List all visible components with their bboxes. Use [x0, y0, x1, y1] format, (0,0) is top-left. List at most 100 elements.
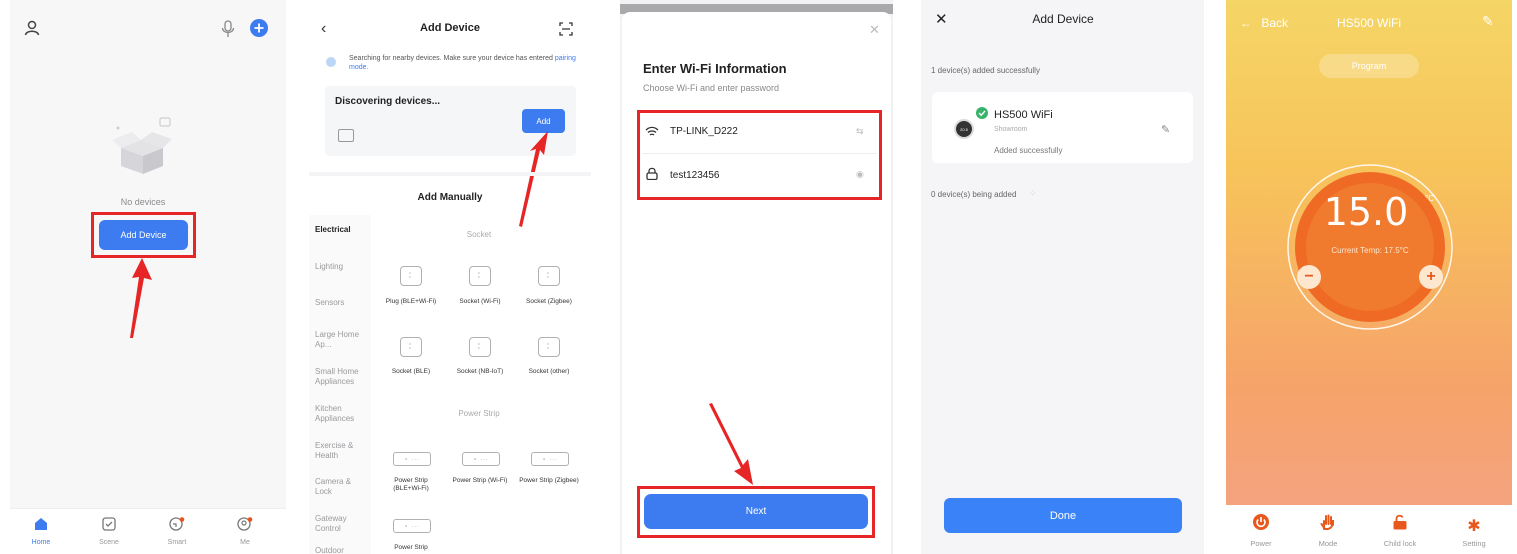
tab-scene[interactable]: Scene	[84, 517, 134, 546]
edit-pencil-icon[interactable]: ✎	[1482, 13, 1494, 30]
socket-icon[interactable]: ⠅	[400, 266, 422, 286]
gear-icon: ✱	[1467, 518, 1481, 535]
profile-icon[interactable]	[24, 20, 40, 36]
category-kitchen[interactable]: Kitchen Appliances	[315, 404, 365, 424]
add-device-button[interactable]: Add Device	[99, 220, 188, 250]
hand-icon	[1320, 514, 1334, 530]
device-label: Socket (other)	[528, 368, 570, 375]
pointer-arrow	[130, 258, 152, 338]
power-strip-icon[interactable]: ∘ ∙∙∙	[462, 452, 500, 466]
device-name: HS500 WiFi	[994, 109, 1053, 121]
power-button[interactable]: Power	[1231, 514, 1291, 548]
device-label: Plug (BLE+Wi-Fi)	[385, 298, 437, 305]
device-room: Showroom	[994, 126, 1028, 133]
check-circle-icon	[976, 107, 988, 119]
scan-icon[interactable]	[559, 22, 573, 36]
category-camera[interactable]: Camera & Lock	[315, 477, 365, 497]
target-temperature: 15.0	[1323, 190, 1409, 234]
tab-smart[interactable]: Smart	[152, 517, 202, 546]
socket-icon[interactable]: ⠅	[469, 266, 491, 286]
mode-button[interactable]: Mode	[1298, 514, 1358, 548]
wifi-icon	[645, 126, 659, 136]
edit-pencil-icon[interactable]: ✎	[1161, 123, 1170, 136]
wifi-password-field[interactable]: test123456	[670, 170, 720, 181]
home-icon	[35, 518, 47, 530]
loading-spinner-icon: ⁘	[1029, 188, 1037, 198]
home-screen: No devices Add Device Home Scene Smart M…	[10, 0, 286, 554]
searching-message: Searching for nearby devices. Make sure …	[349, 55, 553, 62]
device-label: Socket (Wi-Fi)	[459, 298, 501, 305]
unlock-icon	[1393, 514, 1407, 530]
category-small-home[interactable]: Small Home Appliances	[315, 367, 365, 387]
add-discovered-button[interactable]: Add	[522, 109, 565, 133]
power-strip-icon[interactable]: ∘ ∙∙∙	[393, 519, 431, 533]
microphone-icon[interactable]	[221, 20, 235, 38]
category-electrical[interactable]: Electrical	[315, 225, 365, 235]
lock-icon	[646, 167, 658, 180]
tab-home[interactable]: Home	[16, 517, 66, 546]
socket-icon[interactable]: ⠅	[469, 337, 491, 357]
pointer-arrow	[709, 403, 753, 485]
back-chevron-icon[interactable]: ‹	[321, 20, 326, 38]
increase-temp-button[interactable]: +	[1419, 265, 1443, 289]
tab-me-label: Me	[240, 539, 250, 546]
wifi-info-screen: ✕ Enter Wi-Fi Information Choose Wi-Fi a…	[620, 0, 893, 554]
next-button[interactable]: Next	[644, 494, 868, 529]
device-added-screen: ✕ Add Device 1 device(s) added successfu…	[921, 0, 1204, 554]
socket-icon[interactable]: ⠅	[538, 337, 560, 357]
device-thumbnail: 20.5	[954, 119, 974, 139]
field-divider	[642, 153, 877, 154]
category-lighting[interactable]: Lighting	[315, 262, 365, 272]
add-manually-heading: Add Manually	[417, 192, 483, 203]
me-icon	[237, 517, 253, 531]
device-label: Socket (BLE)	[391, 368, 431, 375]
category-exercise[interactable]: Exercise & Health	[315, 441, 365, 461]
child-lock-label: Child lock	[1383, 539, 1417, 548]
close-icon[interactable]: ✕	[935, 10, 948, 28]
socket-icon[interactable]: ⠅	[400, 337, 422, 357]
program-button[interactable]: Program	[1319, 54, 1419, 78]
screenshot-stage: No devices Add Device Home Scene Smart M…	[0, 0, 1517, 554]
searching-text: Searching for nearby devices. Make sure …	[349, 54, 579, 72]
empty-box-illustration	[112, 117, 172, 174]
decrease-temp-button[interactable]: −	[1297, 265, 1321, 289]
wifi-sheet	[622, 12, 891, 554]
tab-me[interactable]: Me	[220, 517, 270, 546]
eye-icon[interactable]: ◉	[856, 169, 864, 180]
category-outdoor[interactable]: Outdoor	[315, 546, 365, 554]
scene-icon	[102, 517, 116, 531]
device-label: Socket (NB-IoT)	[456, 368, 504, 375]
back-button[interactable]: ← Back	[1240, 16, 1288, 30]
power-strip-icon[interactable]: ∘ ∙∙∙	[393, 452, 431, 466]
switch-network-icon[interactable]: ⇆	[856, 126, 864, 137]
section-divider	[309, 172, 591, 176]
power-strip-section-title: Power Strip	[458, 409, 500, 418]
tab-smart-label: Smart	[167, 539, 187, 546]
device-label: Power Strip (Zigbee)	[519, 477, 579, 484]
being-added-text: 0 device(s) being added	[931, 190, 1017, 199]
pointer-arrow	[519, 131, 548, 227]
setting-button[interactable]: ✱ Setting	[1444, 518, 1504, 549]
added-count-text: 1 device(s) added successfully	[931, 66, 1040, 75]
page-title: Add Device	[1032, 12, 1094, 26]
mode-label: Mode	[1318, 539, 1338, 548]
category-sensors[interactable]: Sensors	[315, 298, 365, 308]
done-button[interactable]: Done	[944, 498, 1182, 533]
tab-scene-label: Scene	[99, 539, 119, 546]
close-icon[interactable]: ✕	[869, 22, 880, 38]
category-large-home[interactable]: Large Home Ap...	[315, 330, 365, 350]
add-circle-icon[interactable]	[250, 19, 268, 37]
back-label: Back	[1261, 16, 1289, 30]
socket-icon[interactable]: ⠅	[538, 266, 560, 286]
power-strip-icon[interactable]: ∘ ∙∙∙	[531, 452, 569, 466]
smart-icon	[169, 517, 185, 531]
device-title: HS500 WiFi	[1336, 16, 1401, 30]
wifi-title: Enter Wi-Fi Information	[643, 61, 787, 76]
category-gateway[interactable]: Gateway Control	[315, 514, 365, 534]
child-lock-button[interactable]: Child lock	[1370, 514, 1430, 548]
current-temperature: Current Temp: 17.5°C	[1331, 246, 1409, 255]
device-status: Added successfully	[994, 146, 1063, 155]
page-title: Add Device	[420, 22, 480, 34]
device-label: Power Strip (Wi-Fi)	[452, 477, 508, 484]
wifi-ssid-field[interactable]: TP-LINK_D222	[670, 126, 738, 137]
